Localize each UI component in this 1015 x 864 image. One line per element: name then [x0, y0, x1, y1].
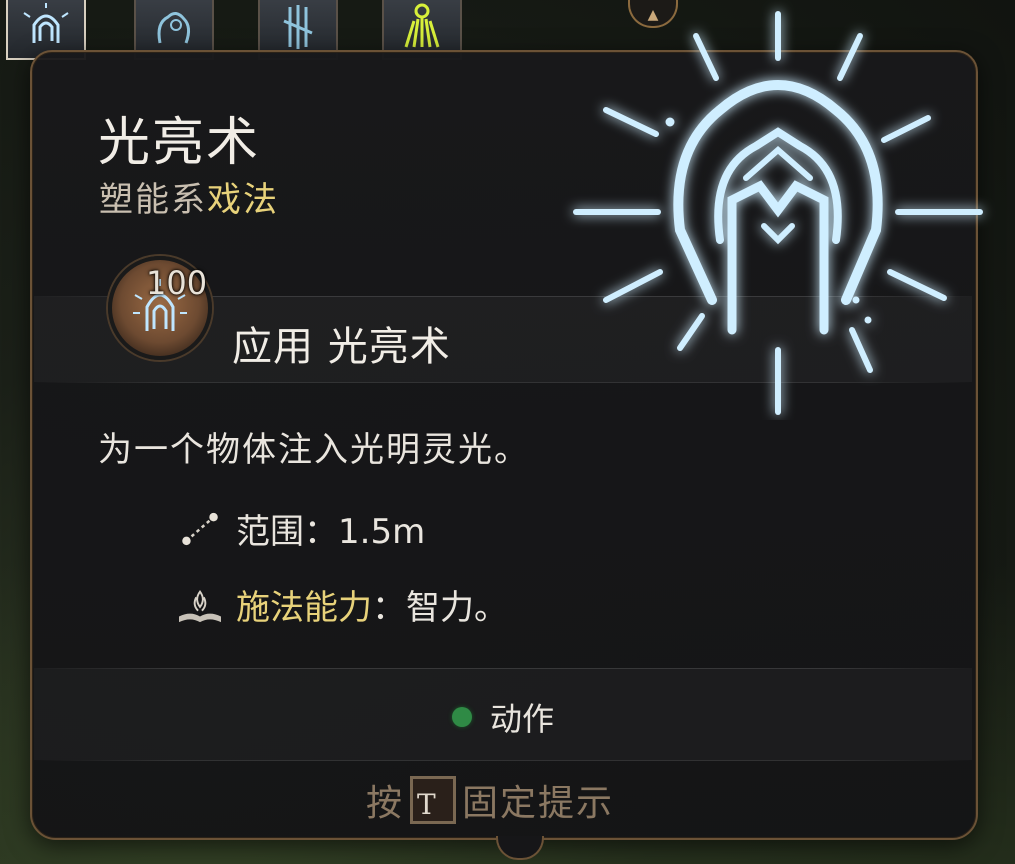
action-count: 100 [146, 264, 208, 302]
hint-suffix: 固定提示 [462, 783, 615, 824]
range-property: 范围：1.5m [174, 504, 425, 553]
hand-spell-icon [157, 12, 191, 44]
divider [34, 760, 972, 761]
range-label: 范围：1.5m [236, 512, 426, 552]
action-label: 应用 光亮术 [232, 324, 451, 370]
yellow-spell-icon [404, 3, 440, 48]
cost: 动作 [452, 694, 554, 740]
ability-property: 施法能力 ：智力。 [174, 580, 508, 629]
spellbook-icon [174, 583, 226, 627]
pin-hint: 按 T 固定提示 [366, 774, 614, 826]
cost-label: 动作 [490, 700, 555, 738]
spell-subtitle: 塑能系戏法 [99, 172, 279, 221]
range-icon [174, 507, 226, 551]
action-dot-icon [452, 707, 472, 727]
light-spell-emblem-icon [573, 11, 983, 415]
spell-type: 戏法 [207, 180, 279, 220]
ability-key: 施法能力 [236, 588, 372, 628]
spell-school: 塑能系 [99, 180, 207, 220]
hint-prefix: 按 [366, 783, 405, 824]
rune-spell-icon [283, 5, 313, 49]
keycap-t[interactable]: T [410, 776, 457, 824]
ability-value: ：智力。 [372, 588, 508, 628]
spell-title: 光亮术 [98, 113, 261, 173]
light-spell-icon [23, 3, 69, 43]
spell-description: 为一个物体注入光明灵光。 [98, 430, 530, 470]
